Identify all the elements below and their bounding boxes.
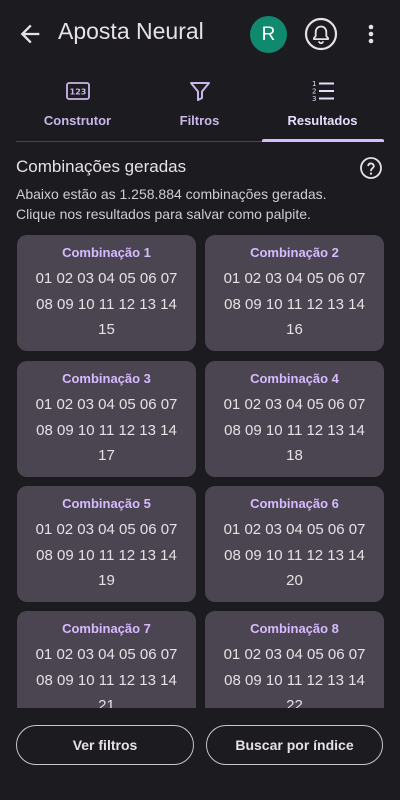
combination-card[interactable]: Combinação 3 01 02 03 04 05 06 07 08 09 … — [17, 361, 196, 477]
tab-construtor[interactable]: 123 Construtor — [11, 70, 144, 142]
combination-card[interactable]: Combinação 7 01 02 03 04 05 06 07 08 09 … — [17, 611, 196, 708]
view-filters-button[interactable]: Ver filtros — [16, 725, 194, 765]
search-by-index-button[interactable]: Buscar por índice — [206, 725, 383, 765]
numbers-line: 08 09 10 11 12 13 14 — [36, 295, 177, 313]
tab-filtros[interactable]: Filtros — [133, 70, 266, 142]
numbers-line: 08 09 10 11 12 13 14 — [36, 421, 177, 439]
numbers-line: 17 — [98, 447, 115, 464]
avatar[interactable]: R — [250, 16, 287, 53]
tab-label: Filtros — [179, 113, 220, 128]
combination-numbers: 01 02 03 04 05 06 07 08 09 10 11 12 13 1… — [205, 517, 384, 594]
tab-resultados[interactable]: 1 2 3 Resultados — [256, 70, 389, 142]
numbers-line: 16 — [286, 321, 303, 338]
combination-numbers: 01 02 03 04 05 06 07 08 09 10 11 12 13 1… — [205, 392, 384, 469]
description-line: Abaixo estão as 1.258.884 combinações ge… — [16, 186, 327, 202]
tab-label: Resultados — [287, 113, 358, 128]
numbers-line: 08 09 10 11 12 13 14 — [224, 421, 365, 439]
numbers-line: 01 02 03 04 05 06 07 — [223, 396, 366, 413]
section-title: Combinações geradas — [16, 157, 187, 176]
numbers-line: 08 09 10 11 12 13 14 — [224, 295, 365, 313]
combination-title: Combinação 7 — [62, 621, 151, 636]
combination-card[interactable]: Combinação 1 01 02 03 04 05 06 07 08 09 … — [17, 235, 196, 351]
combination-numbers: 01 02 03 04 05 06 07 08 09 10 11 12 13 1… — [205, 266, 384, 343]
numbers-line: 19 — [98, 572, 115, 589]
combination-title: Combinação 5 — [62, 496, 151, 511]
combination-card[interactable]: Combinação 4 01 02 03 04 05 06 07 08 09 … — [205, 361, 384, 477]
combinations-grid: Combinação 1 01 02 03 04 05 06 07 08 09 … — [0, 235, 400, 708]
numbers-line: 08 09 10 11 12 13 14 — [36, 546, 177, 564]
notification-bell-icon[interactable] — [304, 17, 338, 51]
app-title: Aposta Neural — [58, 18, 204, 44]
numbers-line: 01 02 03 04 05 06 07 — [35, 396, 178, 413]
numbers-line: 08 09 10 11 12 13 14 — [224, 546, 365, 564]
numbers-line: 22 — [286, 697, 303, 708]
svg-text:3: 3 — [312, 95, 316, 103]
filter-icon — [189, 82, 210, 101]
combination-numbers: 01 02 03 04 05 06 07 08 09 10 11 12 13 1… — [205, 642, 384, 708]
numbers-line: 01 02 03 04 05 06 07 — [35, 646, 178, 663]
tab-bar: 123 Construtor Filtros 1 2 3 Resultados — [0, 70, 400, 142]
numbers-line: 18 — [286, 447, 303, 464]
numbered-list-icon: 1 2 3 — [312, 80, 334, 103]
combination-title: Combinação 4 — [250, 371, 339, 386]
combination-title: Combinação 6 — [250, 496, 339, 511]
numbers-line: 01 02 03 04 05 06 07 — [223, 646, 366, 663]
app-bar: Aposta Neural R — [0, 0, 400, 70]
arrow-back-icon[interactable] — [16, 20, 44, 48]
svg-text:123: 123 — [69, 88, 86, 97]
numbers-line: 20 — [286, 572, 303, 589]
more-vert-icon[interactable] — [360, 22, 382, 46]
combination-title: Combinação 2 — [250, 245, 339, 260]
numbers-line: 15 — [98, 321, 115, 338]
numbers-line: 08 09 10 11 12 13 14 — [36, 671, 177, 689]
combination-numbers: 01 02 03 04 05 06 07 08 09 10 11 12 13 1… — [17, 266, 196, 343]
combination-card[interactable]: Combinação 5 01 02 03 04 05 06 07 08 09 … — [17, 486, 196, 602]
combination-card[interactable]: Combinação 8 01 02 03 04 05 06 07 08 09 … — [205, 611, 384, 708]
combination-card[interactable]: Combinação 2 01 02 03 04 05 06 07 08 09 … — [205, 235, 384, 351]
combination-numbers: 01 02 03 04 05 06 07 08 09 10 11 12 13 1… — [17, 642, 196, 708]
description-line: Clique nos resultados para salvar como p… — [16, 206, 311, 222]
combination-numbers: 01 02 03 04 05 06 07 08 09 10 11 12 13 1… — [17, 392, 196, 469]
numbers-123-icon: 123 — [65, 82, 90, 100]
numbers-line: 21 — [98, 697, 115, 708]
combination-title: Combinação 1 — [62, 245, 151, 260]
combination-title: Combinação 3 — [62, 371, 151, 386]
combination-card[interactable]: Combinação 6 01 02 03 04 05 06 07 08 09 … — [205, 486, 384, 602]
section-description: Abaixo estão as 1.258.884 combinações ge… — [16, 184, 376, 224]
active-tab-indicator — [262, 139, 384, 142]
help-icon[interactable] — [359, 156, 383, 180]
numbers-line: 08 09 10 11 12 13 14 — [224, 671, 365, 689]
combination-numbers: 01 02 03 04 05 06 07 08 09 10 11 12 13 1… — [17, 517, 196, 594]
avatar-letter: R — [261, 23, 276, 45]
numbers-line: 01 02 03 04 05 06 07 — [223, 270, 366, 287]
numbers-line: 01 02 03 04 05 06 07 — [35, 521, 178, 538]
numbers-line: 01 02 03 04 05 06 07 — [35, 270, 178, 287]
numbers-line: 01 02 03 04 05 06 07 — [223, 521, 366, 538]
tab-label: Construtor — [43, 113, 112, 128]
combination-title: Combinação 8 — [250, 621, 339, 636]
